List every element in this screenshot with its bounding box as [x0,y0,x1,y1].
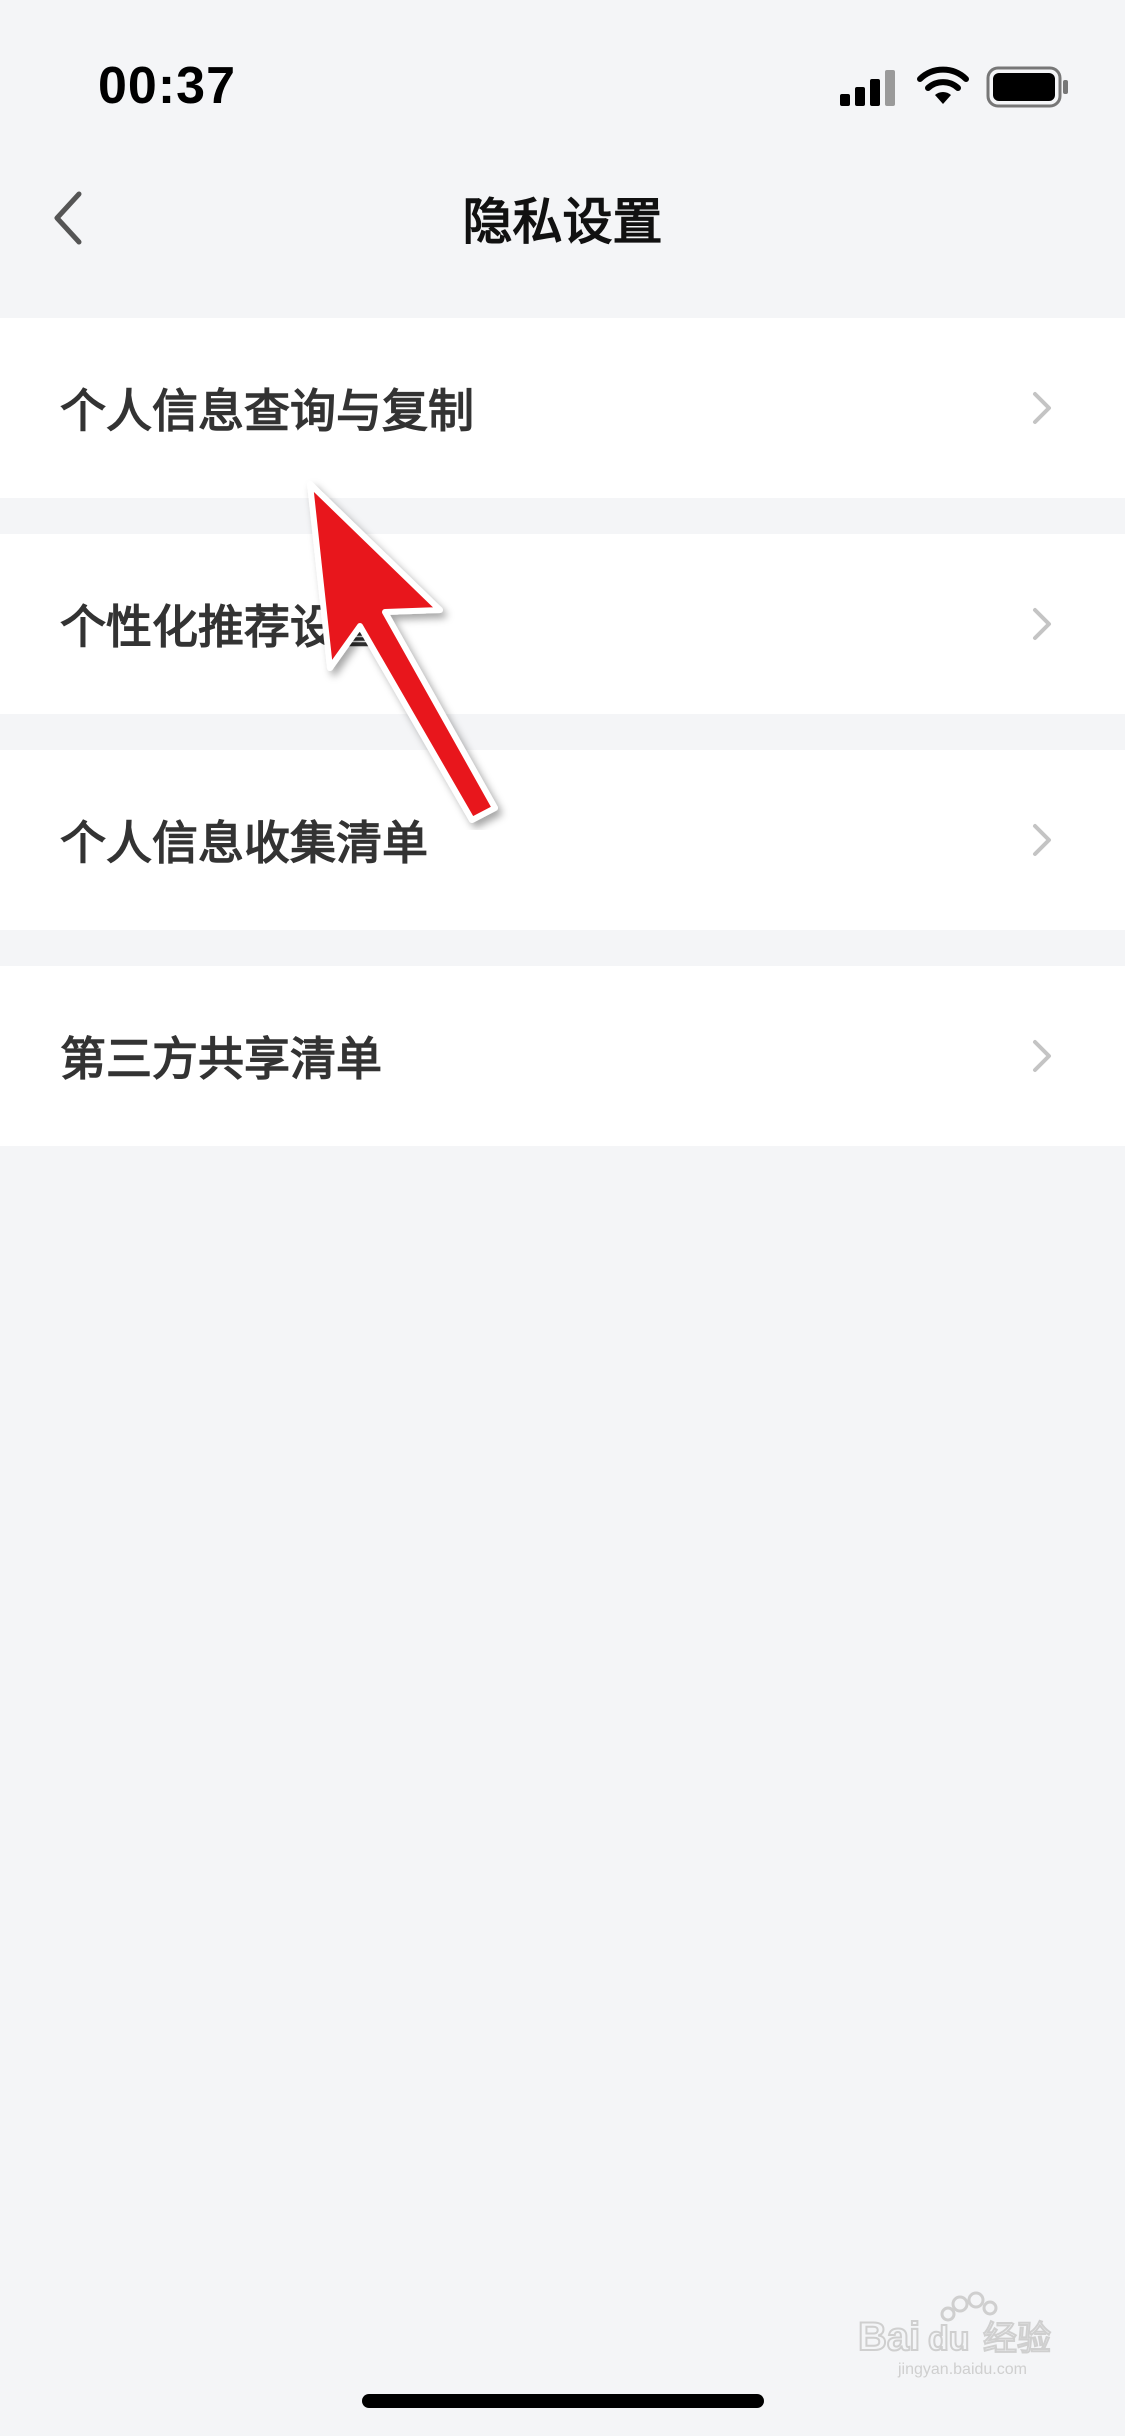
svg-text:Bai: Bai [858,2315,920,2359]
battery-icon [986,66,1068,108]
chevron-right-icon [1033,824,1051,856]
settings-item-third-party-sharing-list[interactable]: 第三方共享清单 [0,966,1125,1146]
svg-text:jingyan.baidu.com: jingyan.baidu.com [897,2361,1027,2378]
status-time: 00:37 [98,57,236,115]
wifi-icon [917,66,969,104]
baidu-jingyan-watermark-icon: Bai du 经验 jingyan.baidu.com [858,2291,1052,2378]
signal-icon [840,70,895,106]
settings-item-label: 个人信息查询与复制 [60,384,474,438]
settings-item-personalized-recommendation[interactable]: 个性化推荐设置 [0,534,1125,714]
chevron-right-icon [1033,608,1051,640]
settings-item-personal-info-query[interactable]: 个人信息查询与复制 [0,318,1125,498]
status-bar: 00:37 [0,0,1125,140]
settings-item-info-collection-list[interactable]: 个人信息收集清单 [0,750,1125,930]
chevron-right-icon [1033,392,1051,424]
settings-item-label: 个人信息收集清单 [60,816,428,870]
svg-text:du: du [928,2320,970,2358]
home-indicator[interactable] [362,2394,764,2408]
settings-list: 个人信息查询与复制 个性化推荐设置 个人信息收集清单 第三方共享清单 [0,318,1125,1182]
settings-item-label: 第三方共享清单 [60,1032,382,1086]
settings-item-label: 个性化推荐设置 [60,600,382,654]
svg-text:经验: 经验 [983,2319,1051,2359]
chevron-right-icon [1033,1040,1051,1072]
navigation-bar: 隐私设置 [0,160,1125,270]
page-title: 隐私设置 [462,193,663,251]
privacy-settings-screen: 00:37 隐私设置 个人信息查询与复制 个性化推荐设置 个人信息收集清单 第三… [0,0,1125,2436]
